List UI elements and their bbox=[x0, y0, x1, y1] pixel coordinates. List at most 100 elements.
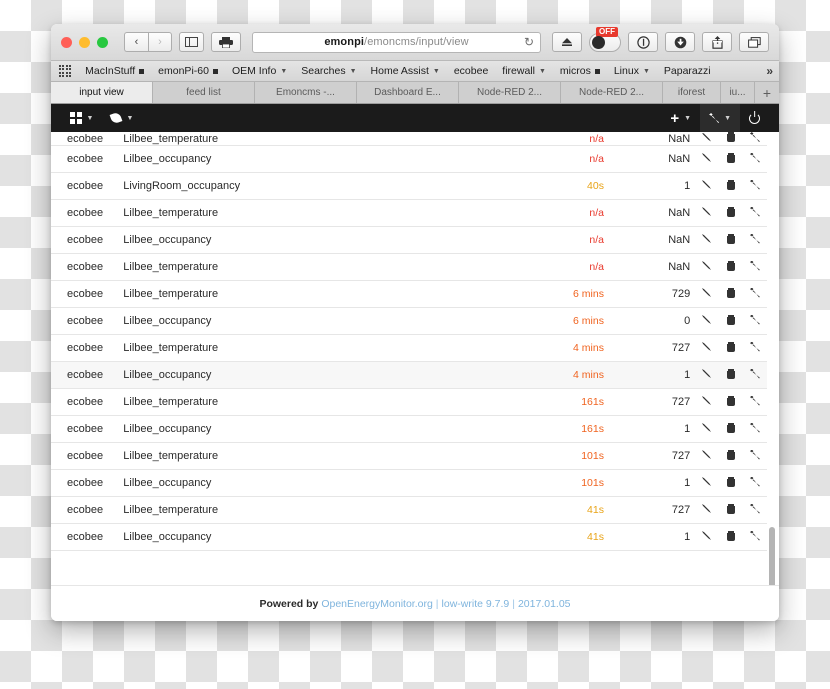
edit-input-button[interactable] bbox=[694, 361, 719, 389]
configure-input-button[interactable] bbox=[742, 361, 767, 389]
edit-input-button[interactable] bbox=[694, 132, 719, 146]
bookmark-firewall[interactable]: firewall ▼ bbox=[502, 65, 546, 77]
vertical-scrollbar[interactable] bbox=[768, 132, 776, 585]
delete-input-button[interactable] bbox=[718, 442, 743, 470]
nav-tools-menu[interactable]: ▼ bbox=[700, 104, 740, 132]
table-row[interactable]: ecobee LivingRoom_occupancy 40s 1 bbox=[51, 172, 767, 200]
content-blocker-toggle[interactable]: OFF bbox=[589, 26, 621, 52]
address-bar[interactable]: emonpi/emoncms/input/view ↻ bbox=[252, 31, 541, 53]
configure-input-button[interactable] bbox=[742, 307, 767, 335]
edit-input-button[interactable] bbox=[694, 145, 719, 173]
forward-button[interactable]: › bbox=[148, 32, 172, 52]
edit-input-button[interactable] bbox=[694, 226, 719, 254]
tab-input-view[interactable]: input view bbox=[51, 82, 153, 103]
tabs-overview-icon[interactable] bbox=[739, 32, 769, 52]
delete-input-button[interactable] bbox=[718, 469, 743, 497]
bookmark-searches[interactable]: Searches ▼ bbox=[301, 65, 356, 77]
edit-input-button[interactable] bbox=[694, 280, 719, 308]
table-row[interactable]: ecobee Lilbee_temperature 161s 727 bbox=[51, 388, 767, 416]
configure-input-button[interactable] bbox=[742, 145, 767, 173]
table-row[interactable]: ecobee Lilbee_occupancy n/a NaN bbox=[51, 145, 767, 173]
apps-grid-icon[interactable] bbox=[59, 64, 72, 78]
tab-iu[interactable]: iu... bbox=[721, 82, 755, 103]
footer-link[interactable]: OpenEnergyMonitor.org bbox=[321, 598, 432, 610]
delete-input-button[interactable] bbox=[718, 253, 743, 281]
configure-input-button[interactable] bbox=[742, 388, 767, 416]
delete-input-button[interactable] bbox=[718, 172, 743, 200]
delete-input-button[interactable] bbox=[718, 132, 743, 146]
bookmark-paparazzi[interactable]: Paparazzi bbox=[664, 65, 711, 77]
edit-input-button[interactable] bbox=[694, 415, 719, 443]
bookmark-emonpi-60[interactable]: emonPi-60 bbox=[158, 65, 218, 77]
table-row[interactable]: ecobee Lilbee_occupancy 6 mins 0 bbox=[51, 307, 767, 335]
delete-input-button[interactable] bbox=[718, 496, 743, 524]
edit-input-button[interactable] bbox=[694, 496, 719, 524]
delete-input-button[interactable] bbox=[718, 280, 743, 308]
tab-node-red-1[interactable]: Node-RED 2... bbox=[459, 82, 561, 103]
back-button[interactable]: ‹ bbox=[124, 32, 148, 52]
delete-input-button[interactable] bbox=[718, 415, 743, 443]
tab-iforest[interactable]: iforest bbox=[663, 82, 721, 103]
edit-input-button[interactable] bbox=[694, 307, 719, 335]
nav-add-menu[interactable]: + ▼ bbox=[661, 104, 700, 132]
table-row[interactable]: ecobee Lilbee_occupancy 101s 1 bbox=[51, 469, 767, 497]
bookmark-ecobee[interactable]: ecobee bbox=[454, 65, 488, 77]
configure-input-button[interactable] bbox=[742, 226, 767, 254]
info-icon[interactable] bbox=[628, 32, 658, 52]
table-row[interactable]: ecobee Lilbee_occupancy n/a NaN bbox=[51, 226, 767, 254]
delete-input-button[interactable] bbox=[718, 226, 743, 254]
configure-input-button[interactable] bbox=[742, 523, 767, 551]
edit-input-button[interactable] bbox=[694, 469, 719, 497]
bookmark-home-assist[interactable]: Home Assist ▼ bbox=[371, 65, 440, 77]
bookmarks-overflow-icon[interactable]: » bbox=[766, 64, 773, 78]
tab-emoncms[interactable]: Emoncms -... bbox=[255, 82, 357, 103]
sidebar-icon[interactable] bbox=[179, 32, 204, 52]
edit-input-button[interactable] bbox=[694, 442, 719, 470]
bookmark-macinstuff[interactable]: MacInStuff bbox=[85, 65, 145, 77]
scrollbar-thumb[interactable] bbox=[769, 527, 775, 585]
delete-input-button[interactable] bbox=[718, 388, 743, 416]
nav-power-button[interactable] bbox=[740, 104, 769, 132]
download-icon[interactable] bbox=[665, 32, 695, 52]
edit-input-button[interactable] bbox=[694, 253, 719, 281]
configure-input-button[interactable] bbox=[742, 496, 767, 524]
configure-input-button[interactable] bbox=[742, 199, 767, 227]
table-row[interactable]: ecobee Lilbee_temperature 6 mins 729 bbox=[51, 280, 767, 308]
delete-input-button[interactable] bbox=[718, 361, 743, 389]
tab-node-red-2[interactable]: Node-RED 2... bbox=[561, 82, 663, 103]
table-row[interactable]: ecobee Lilbee_temperature n/a NaN bbox=[51, 199, 767, 227]
configure-input-button[interactable] bbox=[742, 415, 767, 443]
bookmark-micros[interactable]: micros bbox=[560, 65, 600, 77]
bookmark-oem-info[interactable]: OEM Info ▼ bbox=[232, 65, 287, 77]
configure-input-button[interactable] bbox=[742, 280, 767, 308]
minimize-window-button[interactable] bbox=[79, 36, 90, 48]
edit-input-button[interactable] bbox=[694, 334, 719, 362]
tab-feed-list[interactable]: feed list bbox=[153, 82, 255, 103]
configure-input-button[interactable] bbox=[742, 334, 767, 362]
table-row[interactable]: ecobee Lilbee_occupancy 41s 1 bbox=[51, 523, 767, 551]
configure-input-button[interactable] bbox=[742, 132, 767, 146]
close-window-button[interactable] bbox=[61, 36, 72, 48]
configure-input-button[interactable] bbox=[742, 469, 767, 497]
table-row[interactable]: ecobee Lilbee_temperature n/a NaN bbox=[51, 132, 767, 146]
edit-input-button[interactable] bbox=[694, 199, 719, 227]
share-icon[interactable] bbox=[702, 32, 732, 52]
nav-dashboard-menu[interactable]: ▼ bbox=[61, 104, 102, 132]
nav-feeds-menu[interactable]: ▼ bbox=[102, 104, 142, 132]
reload-icon[interactable]: ↻ bbox=[524, 35, 534, 49]
table-row[interactable]: ecobee Lilbee_occupancy 4 mins 1 bbox=[51, 361, 767, 389]
tab-dashboard[interactable]: Dashboard E... bbox=[357, 82, 459, 103]
delete-input-button[interactable] bbox=[718, 334, 743, 362]
configure-input-button[interactable] bbox=[742, 172, 767, 200]
eject-icon[interactable] bbox=[552, 32, 582, 52]
print-icon[interactable] bbox=[211, 32, 241, 52]
delete-input-button[interactable] bbox=[718, 145, 743, 173]
table-row[interactable]: ecobee Lilbee_temperature 101s 727 bbox=[51, 442, 767, 470]
table-row[interactable]: ecobee Lilbee_occupancy 161s 1 bbox=[51, 415, 767, 443]
table-row[interactable]: ecobee Lilbee_temperature 41s 727 bbox=[51, 496, 767, 524]
configure-input-button[interactable] bbox=[742, 253, 767, 281]
table-row[interactable]: ecobee Lilbee_temperature 4 mins 727 bbox=[51, 334, 767, 362]
edit-input-button[interactable] bbox=[694, 388, 719, 416]
delete-input-button[interactable] bbox=[718, 523, 743, 551]
new-tab-button[interactable]: + bbox=[755, 82, 779, 103]
